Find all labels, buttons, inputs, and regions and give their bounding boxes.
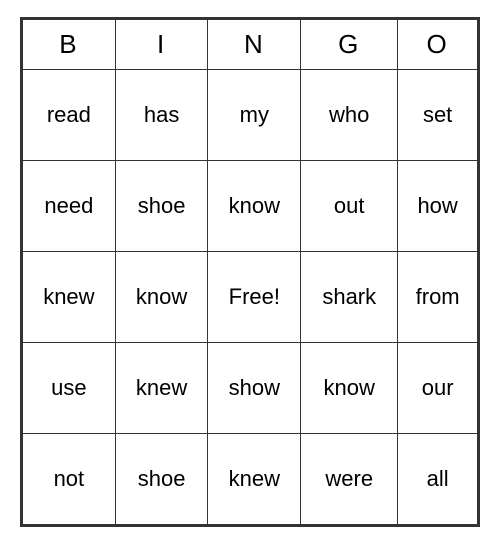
cell-0-3: who	[301, 70, 398, 161]
cell-1-0: need	[23, 161, 116, 252]
cell-4-4: all	[398, 434, 478, 525]
table-row: needshoeknowouthow	[23, 161, 478, 252]
cell-2-1: know	[115, 252, 208, 343]
cell-2-4: from	[398, 252, 478, 343]
cell-2-2: Free!	[208, 252, 301, 343]
cell-1-1: shoe	[115, 161, 208, 252]
cell-0-1: has	[115, 70, 208, 161]
table-row: useknewshowknowour	[23, 343, 478, 434]
cell-3-3: know	[301, 343, 398, 434]
cell-2-0: knew	[23, 252, 116, 343]
cell-0-2: my	[208, 70, 301, 161]
cell-4-0: not	[23, 434, 116, 525]
table-row: readhasmywhoset	[23, 70, 478, 161]
bingo-table: B I N G O readhasmywhosetneedshoeknowout…	[22, 19, 478, 525]
cell-0-4: set	[398, 70, 478, 161]
cell-2-3: shark	[301, 252, 398, 343]
col-o: O	[398, 20, 478, 70]
cell-1-2: know	[208, 161, 301, 252]
cell-1-4: how	[398, 161, 478, 252]
cell-4-2: knew	[208, 434, 301, 525]
col-g: G	[301, 20, 398, 70]
cell-3-1: knew	[115, 343, 208, 434]
cell-4-1: shoe	[115, 434, 208, 525]
cell-3-2: show	[208, 343, 301, 434]
cell-3-4: our	[398, 343, 478, 434]
cell-3-0: use	[23, 343, 116, 434]
table-row: notshoeknewwereall	[23, 434, 478, 525]
header-row: B I N G O	[23, 20, 478, 70]
cell-0-0: read	[23, 70, 116, 161]
cell-4-3: were	[301, 434, 398, 525]
col-n: N	[208, 20, 301, 70]
bingo-board: B I N G O readhasmywhosetneedshoeknowout…	[20, 17, 480, 527]
table-row: knewknowFree!sharkfrom	[23, 252, 478, 343]
col-b: B	[23, 20, 116, 70]
cell-1-3: out	[301, 161, 398, 252]
col-i: I	[115, 20, 208, 70]
